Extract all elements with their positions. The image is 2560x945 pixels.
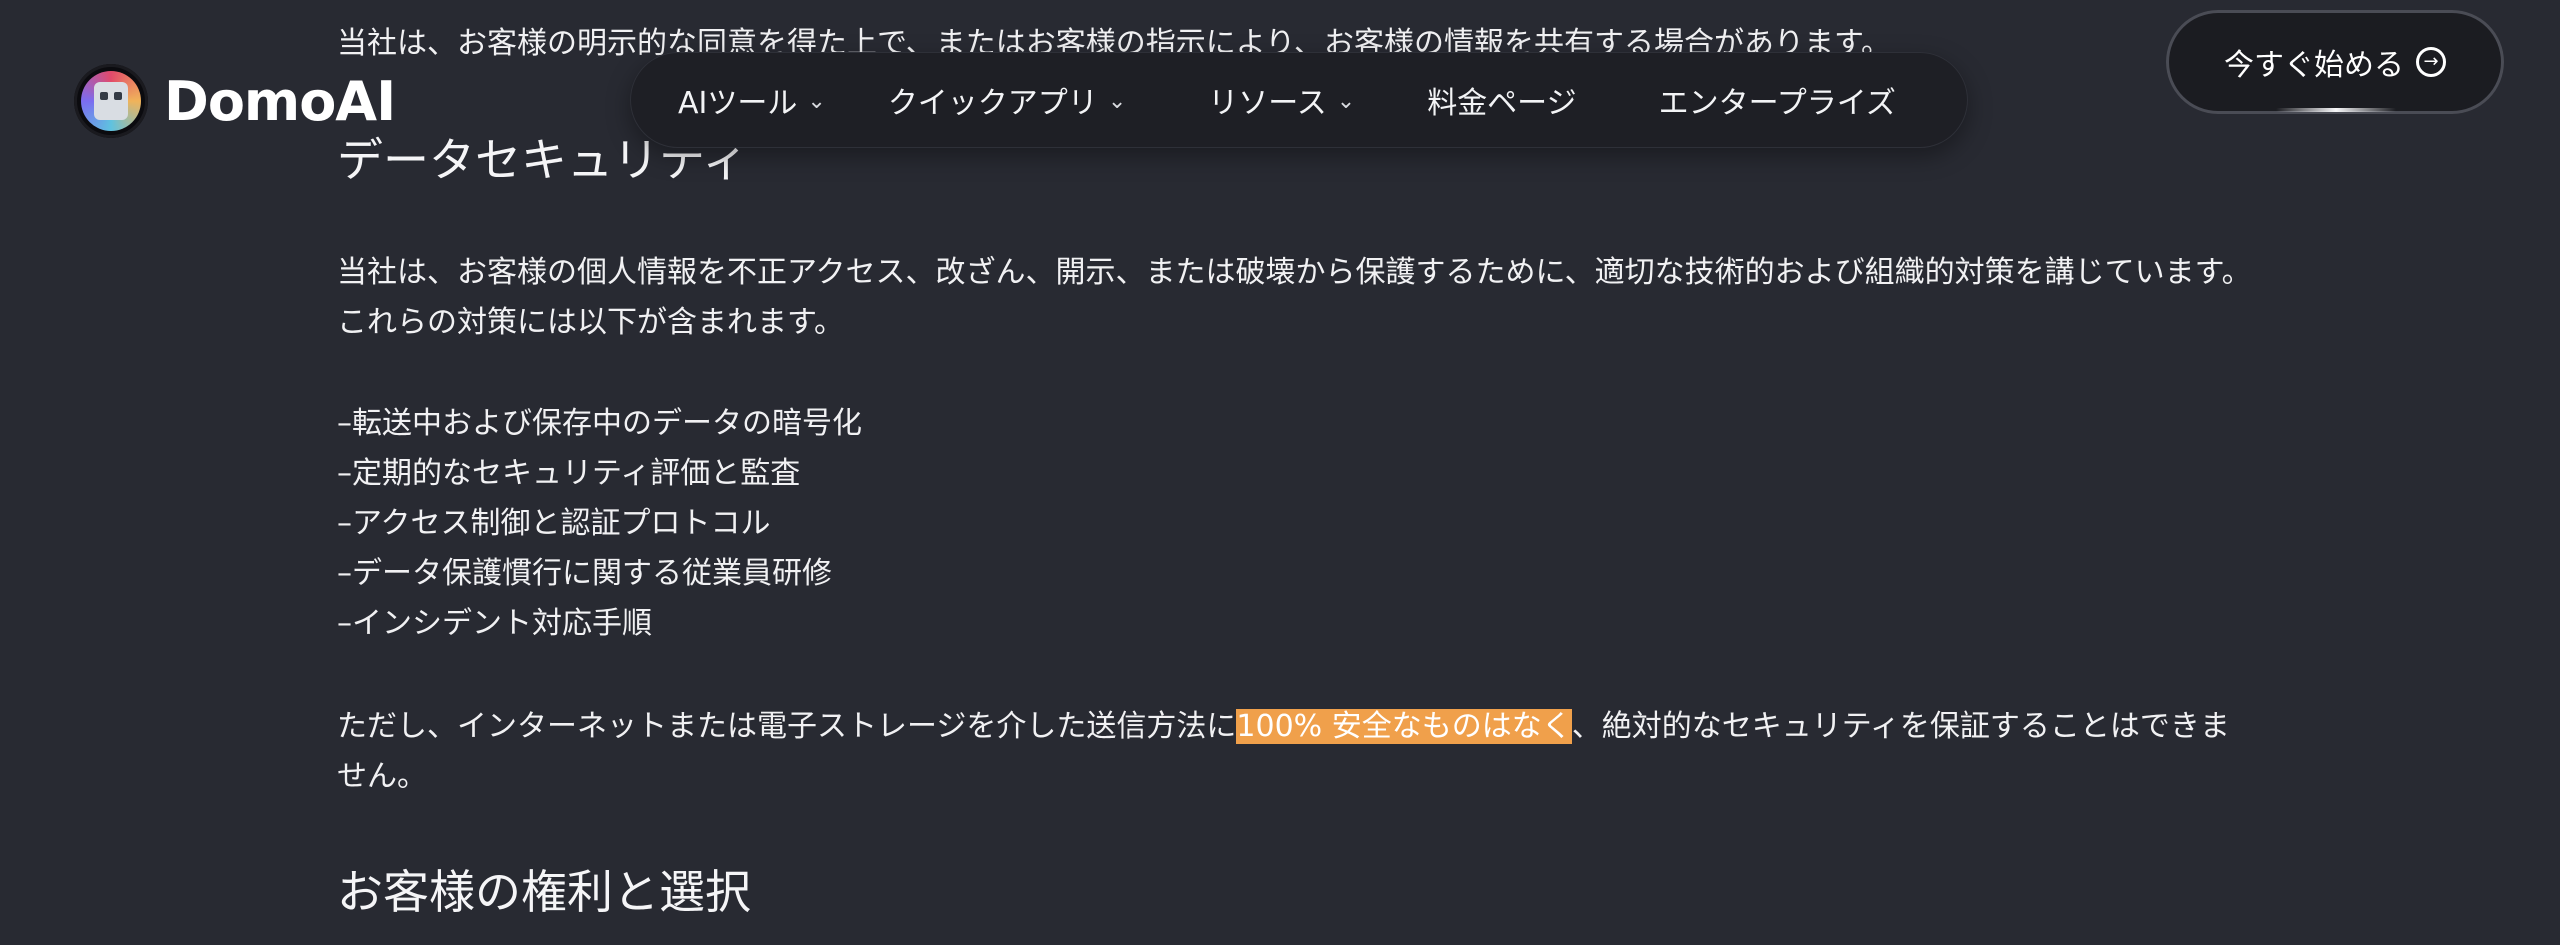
brand-logo-link[interactable]: DomoAI: [74, 62, 396, 140]
disclaimer-paragraph: ただし、インターネットまたは電子ストレージを介した送信方法に100% 安全なもの…: [337, 702, 2257, 802]
chevron-down-icon: ⌄: [1336, 88, 1356, 114]
nav-item-label: リソース: [1208, 86, 1327, 121]
nav-item-label: エンタープライズ: [1658, 86, 1896, 121]
domoai-logo-icon: [74, 64, 148, 138]
button-glow: [2276, 108, 2396, 112]
get-started-button[interactable]: 今すぐ始める →: [2166, 10, 2504, 114]
chevron-down-icon: ⌄: [807, 88, 826, 114]
list-item: –インシデント対応手順: [337, 606, 652, 641]
nav-item-label: AIツール: [678, 86, 798, 121]
list-item: –アクセス制御と認証プロトコル: [337, 506, 771, 541]
list-item: –転送中および保存中のデータの暗号化: [337, 406, 862, 441]
security-paragraph: 当社は、お客様の個人情報を不正アクセス、改ざん、開示、または破壊から保護するため…: [337, 255, 2252, 340]
security-measures-list: –転送中および保存中のデータの暗号化 –定期的なセキュリティ評価と監査 –アクセ…: [337, 399, 862, 649]
arrow-right-circle-icon: →: [2416, 47, 2446, 77]
section-heading-rights: お客様の権利と選択: [337, 865, 751, 919]
brand-name: DomoAI: [164, 69, 396, 133]
get-started-label: 今すぐ始める: [2224, 48, 2404, 83]
nav-item-label: 料金ページ: [1427, 86, 1577, 121]
disclaimer-text-before: ただし、インターネットまたは電子ストレージを介した送信方法に: [337, 709, 1237, 744]
nav-item-ai-tools[interactable]: AIツール ⌄: [678, 78, 826, 122]
nav-item-quick-apps[interactable]: クイックアプリ ⌄: [888, 78, 1126, 122]
list-item: –定期的なセキュリティ評価と監査: [337, 456, 801, 491]
nav-item-resources[interactable]: リソース ⌄: [1208, 78, 1355, 122]
main-navigation: AIツール ⌄ クイックアプリ ⌄ リソース ⌄ 料金ページ エンタープライズ: [630, 52, 1968, 148]
list-item: –データ保護慣行に関する従業員研修: [337, 556, 832, 591]
chevron-down-icon: ⌄: [1107, 88, 1127, 114]
nav-item-pricing[interactable]: 料金ページ: [1427, 78, 1576, 122]
nav-item-enterprise[interactable]: エンタープライズ: [1659, 78, 1896, 122]
highlighted-text[interactable]: 100% 安全なものはなく: [1236, 709, 1572, 744]
nav-item-label: クイックアプリ: [887, 86, 1098, 121]
